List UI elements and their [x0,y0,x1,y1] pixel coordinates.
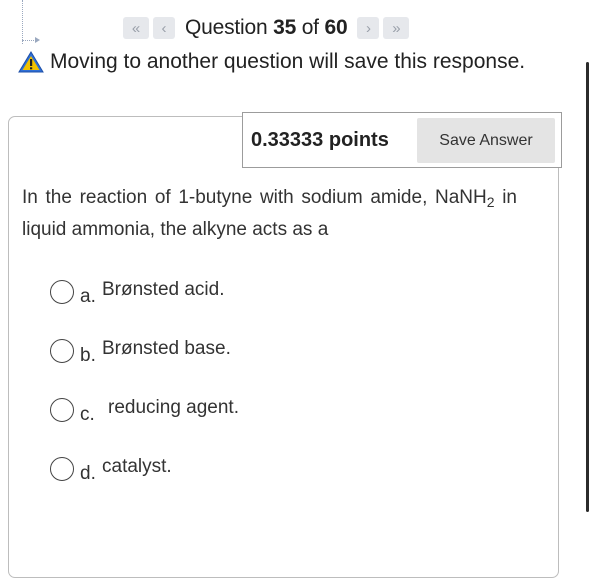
question-counter: Question 35 of 60 [185,16,348,40]
option-b-text: Brønsted base. [102,338,231,359]
option-c-letter: c. [80,404,95,425]
question-subscript: 2 [486,194,495,210]
option-d-letter: d. [80,463,96,484]
question-navigation: « ‹ Question 35 of 60 › » [123,14,410,42]
question-number: 35 [273,16,297,39]
last-question-button[interactable]: » [383,17,410,39]
connector-arrow-icon [22,37,40,43]
points-box: 0.33333 points Save Answer [242,112,562,168]
save-notice: Moving to another question will save thi… [18,50,525,74]
option-c-text: reducing agent. [108,397,239,418]
question-points: 0.33333 points [251,128,389,151]
option-d[interactable]: d. catalyst. [50,453,172,485]
option-a-text: Brønsted acid. [102,279,225,300]
page-scrollbar[interactable] [586,62,589,512]
option-a[interactable]: a. Brønsted acid. [50,276,225,308]
option-b[interactable]: b. Brønsted base. [50,335,231,367]
first-question-button[interactable]: « [123,17,149,39]
option-b-letter: b. [80,345,96,366]
next-question-button[interactable]: › [357,17,380,39]
previous-question-button[interactable]: ‹ [153,17,175,39]
save-answer-button[interactable]: Save Answer [417,118,555,163]
option-b-radio[interactable] [50,339,74,363]
question-text: In the reaction of 1-butyne with sodium … [22,184,517,244]
option-a-radio[interactable] [50,280,74,304]
save-notice-text: Moving to another question will save thi… [50,50,526,73]
option-d-text: catalyst. [102,456,172,477]
option-c-radio[interactable] [50,398,74,422]
option-d-radio[interactable] [50,457,74,481]
option-a-letter: a. [80,286,96,307]
option-c[interactable]: c. reducing agent. [50,394,239,426]
of-label: of [301,16,319,39]
question-label: Question [185,16,268,39]
connector-line [22,0,24,44]
question-total: 60 [324,16,348,39]
warning-icon [18,51,44,73]
question-text-before: In the reaction of 1-butyne with sodium … [22,187,487,208]
